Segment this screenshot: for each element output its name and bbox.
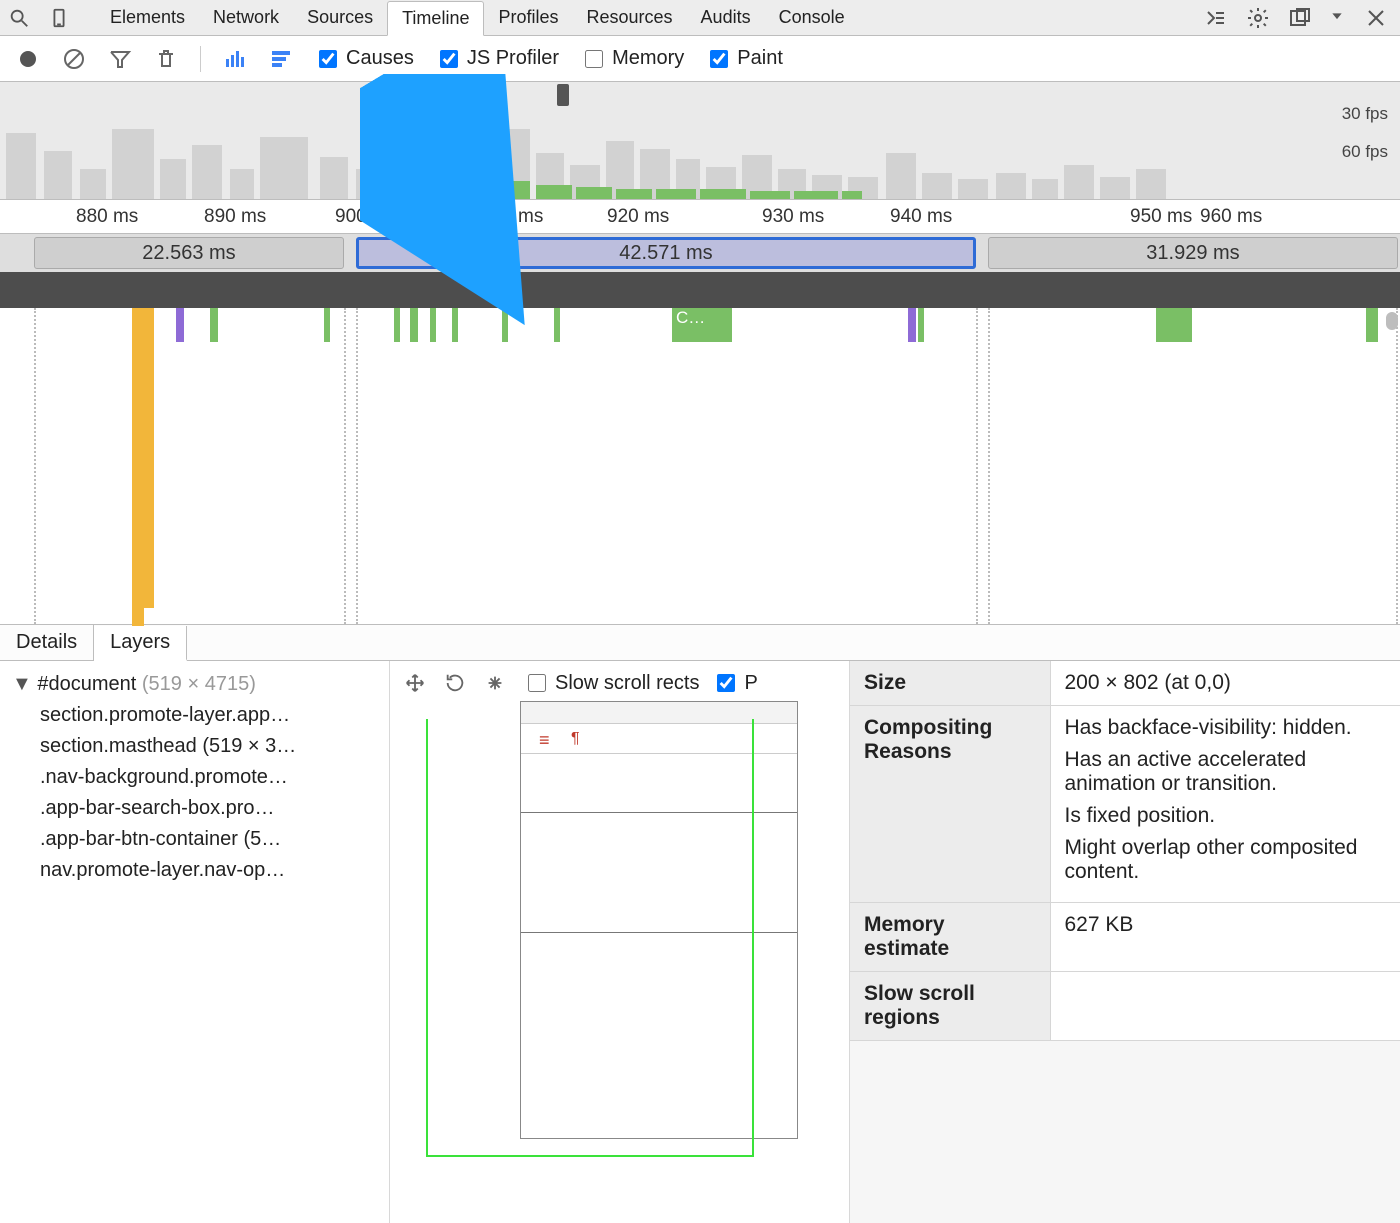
prop-size-value: 200 × 802 (at 0,0) <box>1050 661 1400 706</box>
selected-layer-outline <box>426 719 754 1157</box>
tab-sources[interactable]: Sources <box>293 0 387 35</box>
frame-bar-selected[interactable]: 42.571 ms <box>356 237 976 269</box>
composite-bar[interactable]: C… <box>672 308 732 342</box>
tree-item[interactable]: nav.promote-layer.nav-op… <box>12 855 383 886</box>
memory-label: Memory <box>612 47 684 70</box>
tab-timeline[interactable]: Timeline <box>387 1 484 36</box>
time-ruler: 880 ms 890 ms 900 ms ms 920 ms 930 ms 94… <box>0 200 1400 234</box>
frames-row: 22.563 ms 42.571 ms 31.929 ms <box>0 234 1400 272</box>
tree-item[interactable]: section.promote-layer.app… <box>12 700 383 731</box>
tab-console[interactable]: Console <box>765 0 859 35</box>
prop-compositing-value: Has backface-visibility: hidden. Has an … <box>1050 706 1400 903</box>
pan-icon[interactable] <box>404 672 426 694</box>
tree-root-name: #document <box>37 673 136 695</box>
ruler-tick: 920 ms <box>607 206 669 228</box>
tree-root[interactable]: #document (519 × 4715) <box>12 669 383 700</box>
garbage-collect-icon[interactable] <box>154 47 178 71</box>
causes-checkbox[interactable]: Causes <box>315 47 414 71</box>
flame-scrollbar-thumb[interactable] <box>1386 312 1398 330</box>
prop-size-label: Size <box>850 661 1050 706</box>
tree-item[interactable]: .app-bar-search-box.pro… <box>12 793 383 824</box>
timeline-toolbar: Causes JS Profiler Memory Paint <box>0 36 1400 82</box>
dock-icon[interactable] <box>1288 6 1312 30</box>
paint-label: Paint <box>737 47 783 70</box>
layer-viewer-toolbar: Slow scroll rects P <box>390 661 849 701</box>
prop-slowscroll-value <box>1050 972 1400 1041</box>
tab-audits[interactable]: Audits <box>687 0 765 35</box>
layer-viewer[interactable]: Slow scroll rects P ≡ ¶ <box>390 661 850 1223</box>
detail-tab-layers[interactable]: Layers <box>94 626 187 661</box>
clear-button[interactable] <box>62 47 86 71</box>
jsprofiler-label: JS Profiler <box>467 47 559 70</box>
fps-30-label: 30 fps <box>1342 104 1388 124</box>
tab-elements[interactable]: Elements <box>96 0 199 35</box>
ruler-tick: 880 ms <box>76 206 138 228</box>
comp-reason: Has an active accelerated animation or t… <box>1065 748 1387 804</box>
tab-profiles[interactable]: Profiles <box>484 0 572 35</box>
layers-panel: #document (519 × 4715) section.promote-l… <box>0 661 1400 1223</box>
timeline-overview[interactable]: 30 fps 60 fps <box>0 82 1400 200</box>
rotate-icon[interactable] <box>444 672 466 694</box>
tree-item[interactable]: .app-bar-btn-container (5… <box>12 824 383 855</box>
ruler-tick: 950 ms <box>1130 206 1192 228</box>
filter-icon[interactable] <box>108 47 132 71</box>
truncated-checkbox-label: P <box>744 672 757 695</box>
flame-chart[interactable]: C… <box>0 272 1400 624</box>
overview-handle-right[interactable] <box>557 84 569 106</box>
record-button[interactable] <box>16 47 40 71</box>
ruler-tick: 930 ms <box>762 206 824 228</box>
dock-dropdown-icon[interactable] <box>1330 11 1346 25</box>
slow-scroll-label: Slow scroll rects <box>555 672 699 695</box>
layer-properties: Size 200 × 802 (at 0,0) Compositing Reas… <box>850 661 1400 1223</box>
ruler-tick: ms <box>518 206 543 228</box>
tab-network[interactable]: Network <box>199 0 293 35</box>
comp-reason: Is fixed position. <box>1065 804 1387 836</box>
causes-label: Causes <box>346 47 414 70</box>
ruler-tick: 960 ms <box>1200 206 1262 228</box>
comp-reason: Might overlap other composited content. <box>1065 836 1387 892</box>
layer-tree[interactable]: #document (519 × 4715) section.promote-l… <box>0 661 390 1223</box>
paint-checkbox[interactable]: Paint <box>706 47 783 71</box>
memory-checkbox[interactable]: Memory <box>581 47 684 71</box>
devtools-tabbar: Elements Network Sources Timeline Profil… <box>0 0 1400 36</box>
device-icon[interactable] <box>48 7 70 29</box>
detail-tab-details[interactable]: Details <box>0 625 94 660</box>
frame-bar[interactable]: 22.563 ms <box>34 237 344 269</box>
tree-root-dims: (519 × 4715) <box>142 673 256 695</box>
comp-reason: Has backface-visibility: hidden. <box>1065 716 1387 748</box>
reset-view-icon[interactable] <box>484 672 506 694</box>
slow-scroll-checkbox[interactable]: Slow scroll rects <box>524 671 699 695</box>
prop-compositing-label: Compositing Reasons <box>850 706 1050 903</box>
overview-mini-frames <box>0 129 1400 199</box>
tab-resources[interactable]: Resources <box>573 0 687 35</box>
tree-item[interactable]: section.masthead (519 × 3… <box>12 731 383 762</box>
prop-slowscroll-label: Slow scroll regions <box>850 972 1050 1041</box>
detail-tabs: Details Layers <box>0 624 1400 661</box>
overview-handle-left[interactable] <box>454 84 466 106</box>
settings-gear-icon[interactable] <box>1246 6 1270 30</box>
frames-view-icon[interactable] <box>223 47 247 71</box>
ruler-tick: 890 ms <box>204 206 266 228</box>
search-icon[interactable] <box>8 7 30 29</box>
ruler-tick: 940 ms <box>890 206 952 228</box>
frame-bar[interactable]: 31.929 ms <box>988 237 1398 269</box>
tree-item[interactable]: .nav-background.promote… <box>12 762 383 793</box>
drawer-toggle-icon[interactable] <box>1204 6 1228 30</box>
prop-memory-label: Memory estimate <box>850 903 1050 972</box>
flame-chart-icon[interactable] <box>269 47 293 71</box>
ruler-tick: 900 ms <box>335 206 397 228</box>
truncated-checkbox[interactable]: P <box>713 671 757 695</box>
jsprofiler-checkbox[interactable]: JS Profiler <box>436 47 559 71</box>
prop-memory-value: 627 KB <box>1050 903 1400 972</box>
toolbar-separator <box>200 46 201 72</box>
close-icon[interactable] <box>1364 6 1388 30</box>
